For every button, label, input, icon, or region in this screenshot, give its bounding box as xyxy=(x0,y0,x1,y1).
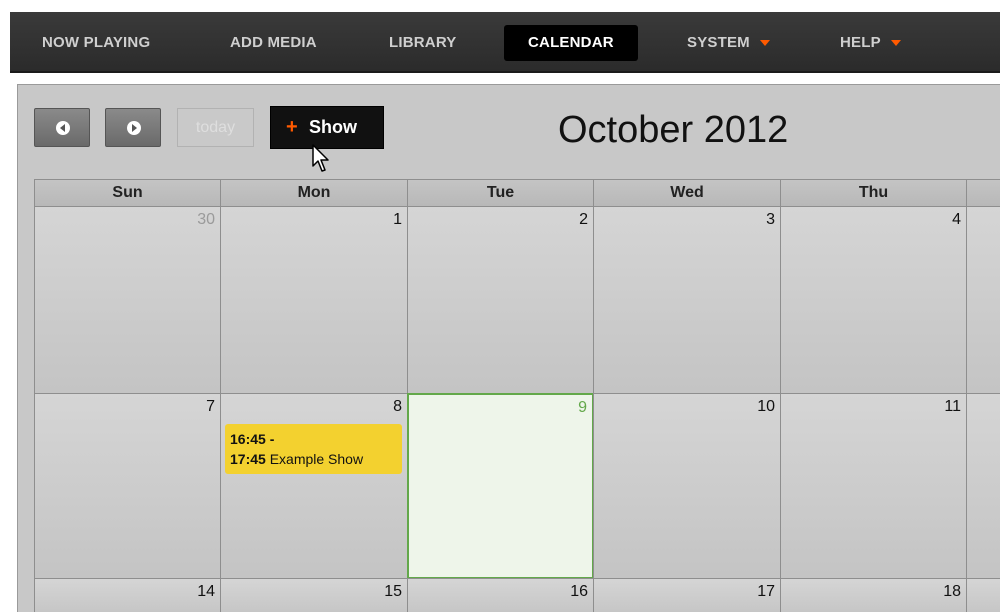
dropdown-arrow-icon xyxy=(759,40,770,47)
day-number: 16 xyxy=(570,583,588,600)
day-cell[interactable]: 11 xyxy=(780,393,967,579)
event-start-time: 16:45 - xyxy=(230,431,275,447)
day-cell[interactable]: 30 xyxy=(34,206,221,394)
day-cell[interactable]: 16 xyxy=(407,578,594,612)
day-cell[interactable] xyxy=(966,206,1000,394)
month-title: October 2012 xyxy=(558,109,789,151)
day-number: 11 xyxy=(944,398,961,415)
day-cell[interactable]: 4 xyxy=(780,206,967,394)
day-number: 8 xyxy=(393,398,402,415)
prev-month-button[interactable] xyxy=(34,108,90,147)
event-title: Example Show xyxy=(269,451,364,467)
dropdown-arrow-icon xyxy=(890,40,901,47)
day-number: 7 xyxy=(206,398,215,415)
chevron-left-circle-icon xyxy=(56,121,70,135)
nav-item-system-label: SYSTEM xyxy=(687,34,750,51)
day-number: 17 xyxy=(757,583,775,600)
nav-item-library[interactable]: LIBRARY xyxy=(389,25,457,61)
calendar-event[interactable]: 16:45 - 17:45 Example Show xyxy=(225,424,402,474)
day-number: 18 xyxy=(943,583,961,600)
day-cell[interactable]: 10 xyxy=(593,393,781,579)
next-month-button[interactable] xyxy=(105,108,161,147)
day-cell[interactable]: 2 xyxy=(407,206,594,394)
day-cell[interactable]: 1 xyxy=(220,206,408,394)
nav-item-calendar[interactable]: CALENDAR xyxy=(504,25,638,61)
weekday-header-sun: Sun xyxy=(34,179,221,207)
day-number: 14 xyxy=(197,583,215,600)
day-number: 1 xyxy=(393,211,402,228)
day-cell[interactable]: 7 xyxy=(34,393,221,579)
today-button[interactable]: today xyxy=(177,108,254,147)
weekday-header-tue: Tue xyxy=(407,179,594,207)
window-frame-top xyxy=(0,0,1000,12)
day-cell[interactable]: 14 xyxy=(34,578,221,612)
nav-item-system[interactable]: SYSTEM xyxy=(687,25,770,61)
add-show-button[interactable]: + Show xyxy=(270,106,384,149)
today-day-cell[interactable]: 9 xyxy=(407,393,594,579)
chevron-right-circle-icon xyxy=(127,121,141,135)
window-frame-left xyxy=(0,12,10,612)
nav-item-add-media[interactable]: ADD MEDIA xyxy=(230,25,317,61)
day-cell[interactable] xyxy=(966,578,1000,612)
day-number: 30 xyxy=(197,211,215,228)
plus-icon: + xyxy=(286,116,298,138)
day-number: 10 xyxy=(757,398,775,415)
event-end-and-title: 17:45 Example Show xyxy=(230,449,397,469)
day-cell[interactable]: 3 xyxy=(593,206,781,394)
nav-item-help[interactable]: HELP xyxy=(840,25,901,61)
day-number: 3 xyxy=(766,211,775,228)
day-number: 15 xyxy=(384,583,402,600)
weekday-header-wed: Wed xyxy=(593,179,781,207)
mouse-pointer-icon xyxy=(312,144,329,172)
nav-item-now-playing[interactable]: NOW PLAYING xyxy=(42,25,150,61)
day-cell[interactable] xyxy=(966,393,1000,579)
day-number: 9 xyxy=(578,399,587,416)
day-cell[interactable]: 8 16:45 - 17:45 Example Show xyxy=(220,393,408,579)
weekday-header-mon: Mon xyxy=(220,179,408,207)
day-cell[interactable]: 15 xyxy=(220,578,408,612)
day-cell[interactable]: 18 xyxy=(780,578,967,612)
weekday-header-thu: Thu xyxy=(780,179,967,207)
event-end-time: 17:45 xyxy=(230,451,266,467)
nav-item-help-label: HELP xyxy=(840,34,881,51)
add-show-label: Show xyxy=(309,117,357,137)
weekday-header-fri xyxy=(966,179,1000,207)
day-number: 2 xyxy=(579,211,588,228)
day-cell[interactable]: 17 xyxy=(593,578,781,612)
day-number: 4 xyxy=(952,211,961,228)
main-nav-bar: NOW PLAYING ADD MEDIA LIBRARY CALENDAR S… xyxy=(10,12,1000,73)
